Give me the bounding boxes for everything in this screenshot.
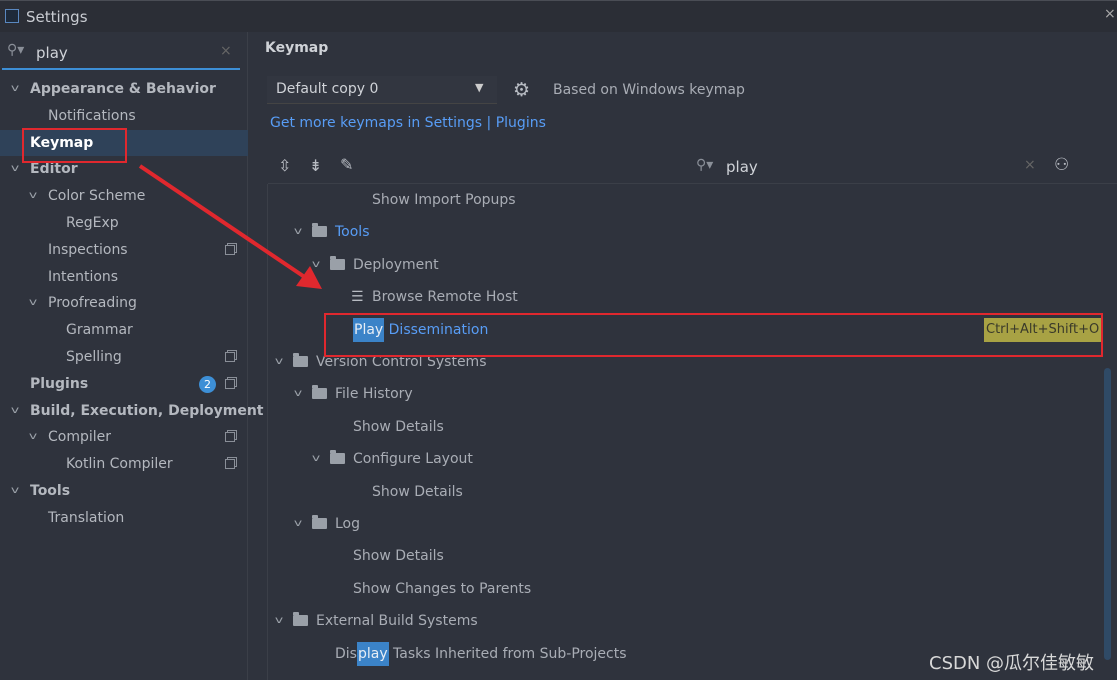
annotation-arrow: [138, 164, 322, 289]
watermark: CSDN @瓜尔佳敏敏: [929, 653, 1095, 674]
